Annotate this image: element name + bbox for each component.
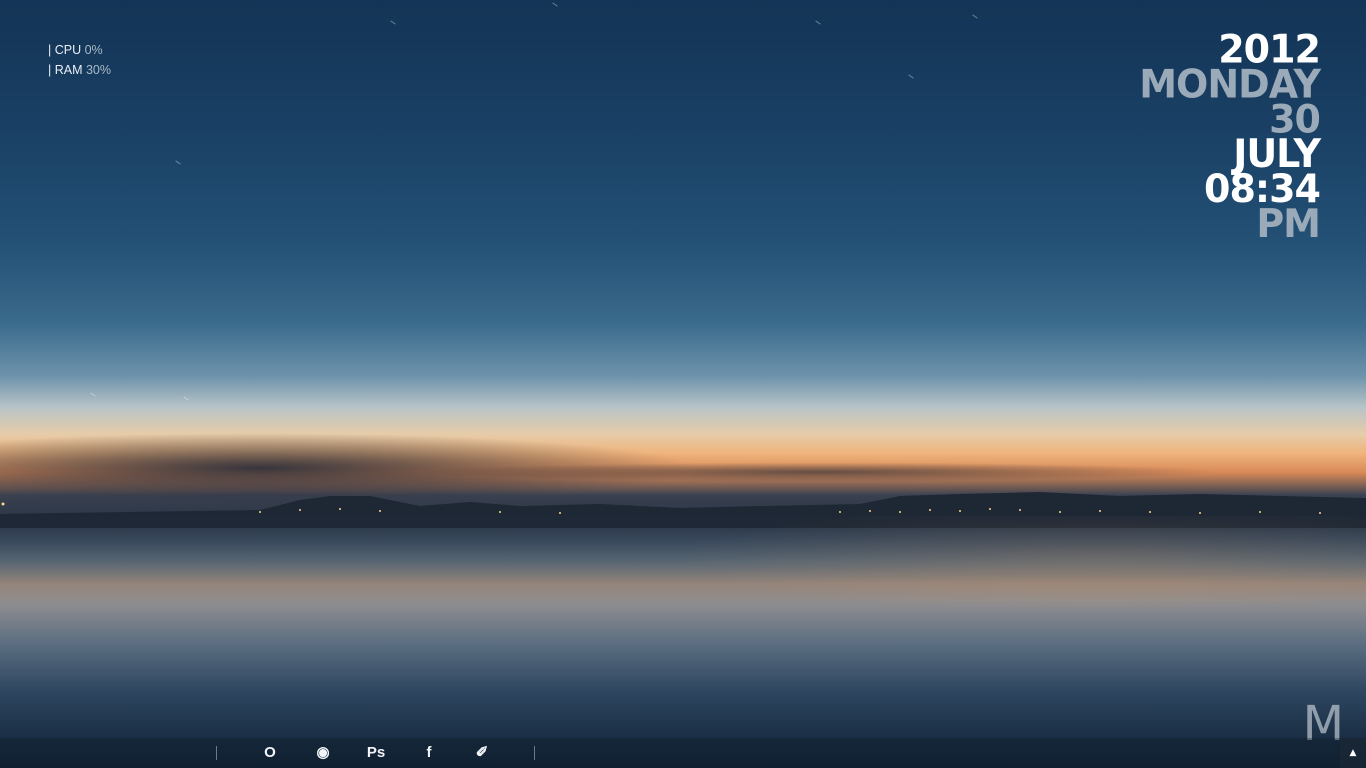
ram-value: 30% (85, 63, 112, 77)
star-trail (815, 20, 821, 25)
star-trail (552, 2, 558, 7)
taskbar: O ◉ Ps f ✐ ▲ (0, 738, 1366, 768)
photoshop-icon[interactable]: Ps (362, 743, 390, 763)
system-monitor-widget: | CPU 0% | RAM 30% (48, 40, 111, 80)
chrome-icon[interactable]: ◉ (309, 743, 337, 763)
cpu-label: | CPU (48, 43, 82, 57)
clock-meridiem: PM (1256, 201, 1321, 247)
star-trail (908, 74, 914, 79)
pen-tool-icon[interactable]: ✐ (468, 743, 496, 763)
opera-icon[interactable]: O (256, 743, 284, 763)
taskbar-separator-right (534, 746, 535, 760)
cpu-row: | CPU 0% (48, 40, 111, 60)
star-trail (390, 20, 396, 25)
facebook-icon[interactable]: f (415, 743, 443, 763)
clock-widget: 2012 MONDAY 30 JULY 08:34 PM (1139, 30, 1321, 247)
desktop-wallpaper: | CPU 0% | RAM 30% 2012 MONDAY 30 JULY 0… (0, 0, 1366, 768)
ram-label: | RAM (48, 63, 83, 77)
star-trail (90, 392, 96, 397)
star-trail (183, 396, 189, 401)
tray-expand-arrow-icon[interactable]: ▲ (1340, 738, 1366, 768)
water-reflection (0, 516, 1366, 636)
star-trail (972, 14, 978, 19)
cpu-value: 0% (84, 43, 103, 57)
taskbar-separator-left (216, 746, 217, 760)
ram-row: | RAM 30% (48, 60, 111, 80)
star-trail (175, 160, 181, 165)
